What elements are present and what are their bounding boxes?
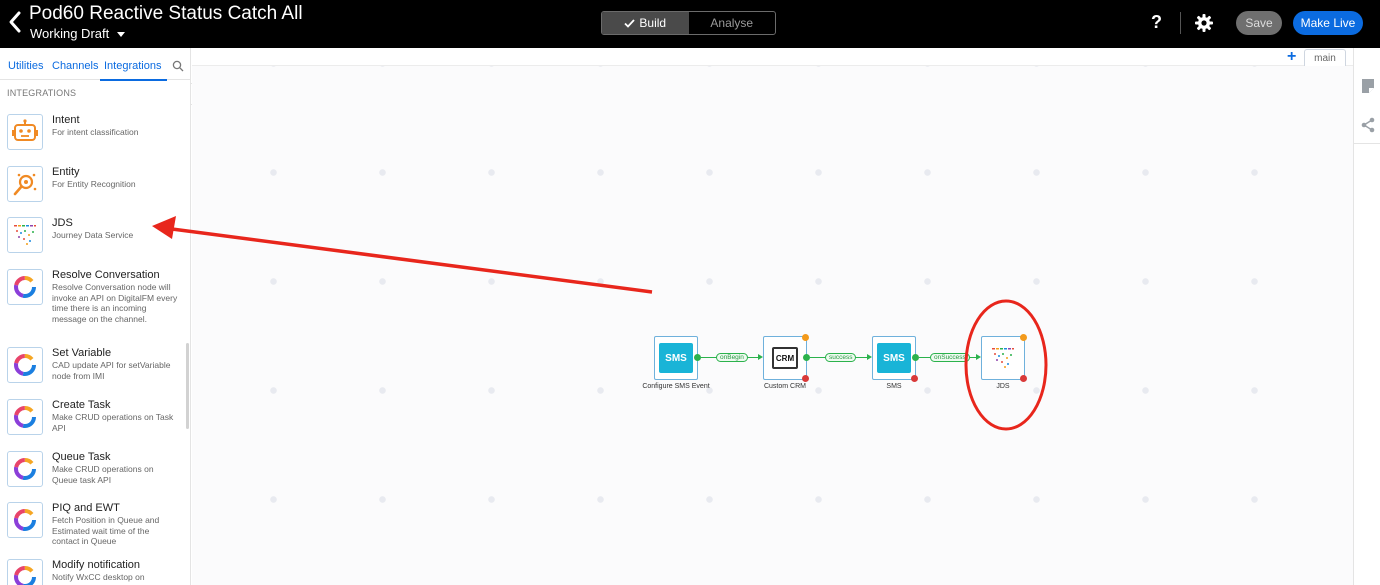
version-dropdown[interactable]: Working Draft (30, 26, 126, 41)
item-name: PIQ and EWT (52, 502, 120, 514)
tab-main[interactable]: main (1304, 49, 1346, 66)
item-name: Queue Task (52, 451, 111, 463)
flow-canvas[interactable]: + main SMS Configure SMS Event onBegin C… (192, 48, 1353, 585)
webex-connect-icon (7, 451, 43, 487)
edge-label[interactable]: onBegin (716, 353, 748, 362)
node-label: SMS (886, 383, 902, 390)
jds-icon (7, 217, 43, 253)
palette-item-modify-notification[interactable]: Modify notification Notify WxCC desktop … (0, 559, 185, 585)
canvas-tab-bar: + main (192, 48, 1353, 66)
webex-connect-icon (7, 502, 43, 538)
item-description: Journey Data Service (52, 230, 134, 240)
build-mode-button[interactable]: Build (602, 12, 689, 34)
jds-icon (992, 348, 1014, 368)
item-name: Create Task (52, 399, 111, 411)
palette-item-resolve-conversation[interactable]: Resolve Conversation Resolve Conversatio… (0, 269, 185, 335)
palette-item-set-variable[interactable]: Set Variable CAD update API for setVaria… (0, 347, 185, 385)
webex-connect-icon (7, 559, 43, 585)
right-tool-rail (1353, 48, 1380, 585)
webex-connect-icon (7, 269, 43, 305)
check-icon (624, 18, 636, 28)
node-label: Configure SMS Event (642, 383, 710, 390)
item-description: For Entity Recognition (52, 179, 136, 189)
add-tab-button[interactable]: + (1287, 49, 1296, 65)
item-name: Set Variable (52, 347, 112, 359)
palette-scrollbar[interactable] (186, 343, 189, 429)
item-description: Notify WxCC desktop on (52, 572, 145, 582)
item-description: Make CRUD operations on Queue task API (52, 464, 154, 485)
error-port[interactable] (911, 375, 918, 382)
palette-item-create-task[interactable]: Create Task Make CRUD operations on Task… (0, 399, 185, 437)
tab-utilities[interactable]: Utilities (8, 60, 43, 72)
webex-connect-icon (7, 347, 43, 383)
crm-node-tile: CRM (772, 347, 798, 369)
share-icon[interactable] (1360, 117, 1376, 133)
item-description: Resolve Conversation node will invoke an… (52, 282, 178, 324)
back-arrow-icon[interactable] (6, 10, 24, 34)
entity-icon (7, 166, 43, 202)
gear-icon[interactable] (1195, 14, 1213, 32)
tab-integrations[interactable]: Integrations (100, 60, 168, 81)
palette-item-entity[interactable]: Entity For Entity Recognition (0, 166, 185, 204)
warning-port[interactable] (802, 334, 809, 341)
webex-connect-icon (7, 399, 43, 435)
build-mode-label: Build (639, 16, 667, 30)
node-configure-sms-event[interactable]: SMS (654, 336, 698, 380)
sms-node-tile: SMS (659, 343, 693, 373)
node-custom-crm[interactable]: CRM (763, 336, 807, 380)
node-jds[interactable] (981, 336, 1025, 380)
save-button[interactable]: Save (1236, 11, 1282, 35)
palette-item-jds[interactable]: JDS Journey Data Service (0, 217, 185, 255)
error-port[interactable] (1020, 375, 1027, 382)
top-header: Pod60 Reactive Status Catch All Working … (0, 0, 1380, 48)
item-name: Modify notification (52, 559, 141, 571)
palette-item-queue-task[interactable]: Queue Task Make CRUD operations on Queue… (0, 451, 185, 489)
mode-toggle: Build Analyse (601, 11, 776, 35)
version-label: Working Draft (30, 26, 110, 41)
notes-icon[interactable] (1360, 78, 1376, 94)
robot-icon (7, 114, 43, 150)
edge-label[interactable]: success (825, 353, 857, 362)
node-palette-panel: Utilities Channels Integrations INTEGRAT… (0, 48, 191, 585)
item-description: For intent classification (52, 127, 139, 137)
item-description: CAD update API for setVariable node from… (52, 360, 171, 381)
search-icon[interactable] (172, 60, 184, 72)
node-sms[interactable]: SMS (872, 336, 916, 380)
tab-channels[interactable]: Channels (52, 60, 98, 72)
edge-label[interactable]: onSuccess (930, 353, 970, 362)
analyse-mode-label: Analyse (710, 16, 754, 30)
error-port[interactable] (802, 375, 809, 382)
sms-node-tile: SMS (877, 343, 911, 373)
flow-title: Pod60 Reactive Status Catch All (29, 3, 303, 24)
node-label: Custom CRM (763, 383, 806, 390)
item-name: Entity (52, 166, 80, 178)
item-description: Fetch Position in Queue and Estimated wa… (52, 515, 160, 546)
rail-divider (1354, 143, 1380, 144)
success-port[interactable] (912, 354, 919, 361)
chevron-down-icon (117, 32, 126, 37)
header-divider (1180, 12, 1181, 34)
palette-item-intent[interactable]: Intent For intent classification (0, 114, 185, 152)
section-heading: INTEGRATIONS (7, 88, 77, 98)
item-name: JDS (52, 217, 73, 229)
item-name: Intent (52, 114, 80, 126)
analyse-mode-button[interactable]: Analyse (689, 12, 776, 34)
palette-item-piq-and-ewt[interactable]: PIQ and EWT Fetch Position in Queue and … (0, 502, 185, 550)
palette-tabs: Utilities Channels Integrations (0, 48, 190, 81)
success-port[interactable] (694, 354, 701, 361)
help-button[interactable]: ? (1151, 12, 1162, 33)
warning-port[interactable] (1020, 334, 1027, 341)
node-label: JDS (996, 383, 1010, 390)
success-port[interactable] (803, 354, 810, 361)
item-description: Make CRUD operations on Task API (52, 412, 174, 433)
make-live-button[interactable]: Make Live (1293, 11, 1363, 35)
item-name: Resolve Conversation (52, 269, 160, 281)
